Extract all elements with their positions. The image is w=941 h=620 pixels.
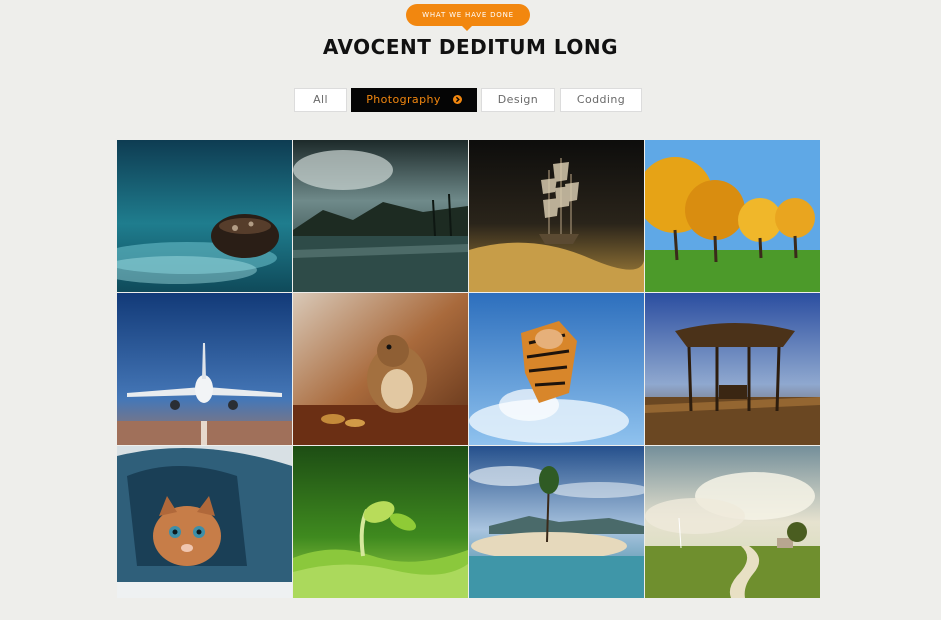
chevron-right-circle-icon <box>452 94 462 104</box>
gallery-item-thatched-hut[interactable] <box>645 293 820 445</box>
filter-tab-design-label: Design <box>497 93 539 106</box>
gallery-item-chipmunk[interactable] <box>293 293 468 445</box>
badge-pointer <box>462 26 472 31</box>
filter-tab-all[interactable]: All <box>294 88 347 112</box>
gallery-grid <box>117 140 820 599</box>
filter-tab-photography[interactable]: Photography <box>351 88 477 112</box>
gallery-item-ship-in-desert[interactable] <box>469 140 644 292</box>
filter-tab-all-label: All <box>313 93 328 106</box>
portfolio-section: WHAT WE HAVE DONE AVOCENT DEDITUM LONG A… <box>0 0 941 620</box>
filter-tab-codding-label: Codding <box>576 93 626 106</box>
gallery-item-tropical-island[interactable] <box>469 446 644 598</box>
gallery-item-countryside-path[interactable] <box>645 446 820 598</box>
filter-tab-codding[interactable]: Codding <box>560 88 642 112</box>
gallery-item-kitten-in-denim[interactable] <box>117 446 292 598</box>
gallery-item-tiger-in-water[interactable] <box>469 293 644 445</box>
filter-tab-design[interactable]: Design <box>481 88 555 112</box>
gallery-item-sprout[interactable] <box>293 446 468 598</box>
gallery-item-airplane[interactable] <box>117 293 292 445</box>
filter-tab-photography-label: Photography <box>366 93 441 106</box>
gallery-item-autumn-trees[interactable] <box>645 140 820 292</box>
section-badge: WHAT WE HAVE DONE <box>406 4 530 26</box>
section-title: AVOCENT DEDITUM LONG <box>322 35 619 59</box>
gallery-item-tropical-coast[interactable] <box>293 140 468 292</box>
gallery-item-water-drop[interactable] <box>117 140 292 292</box>
